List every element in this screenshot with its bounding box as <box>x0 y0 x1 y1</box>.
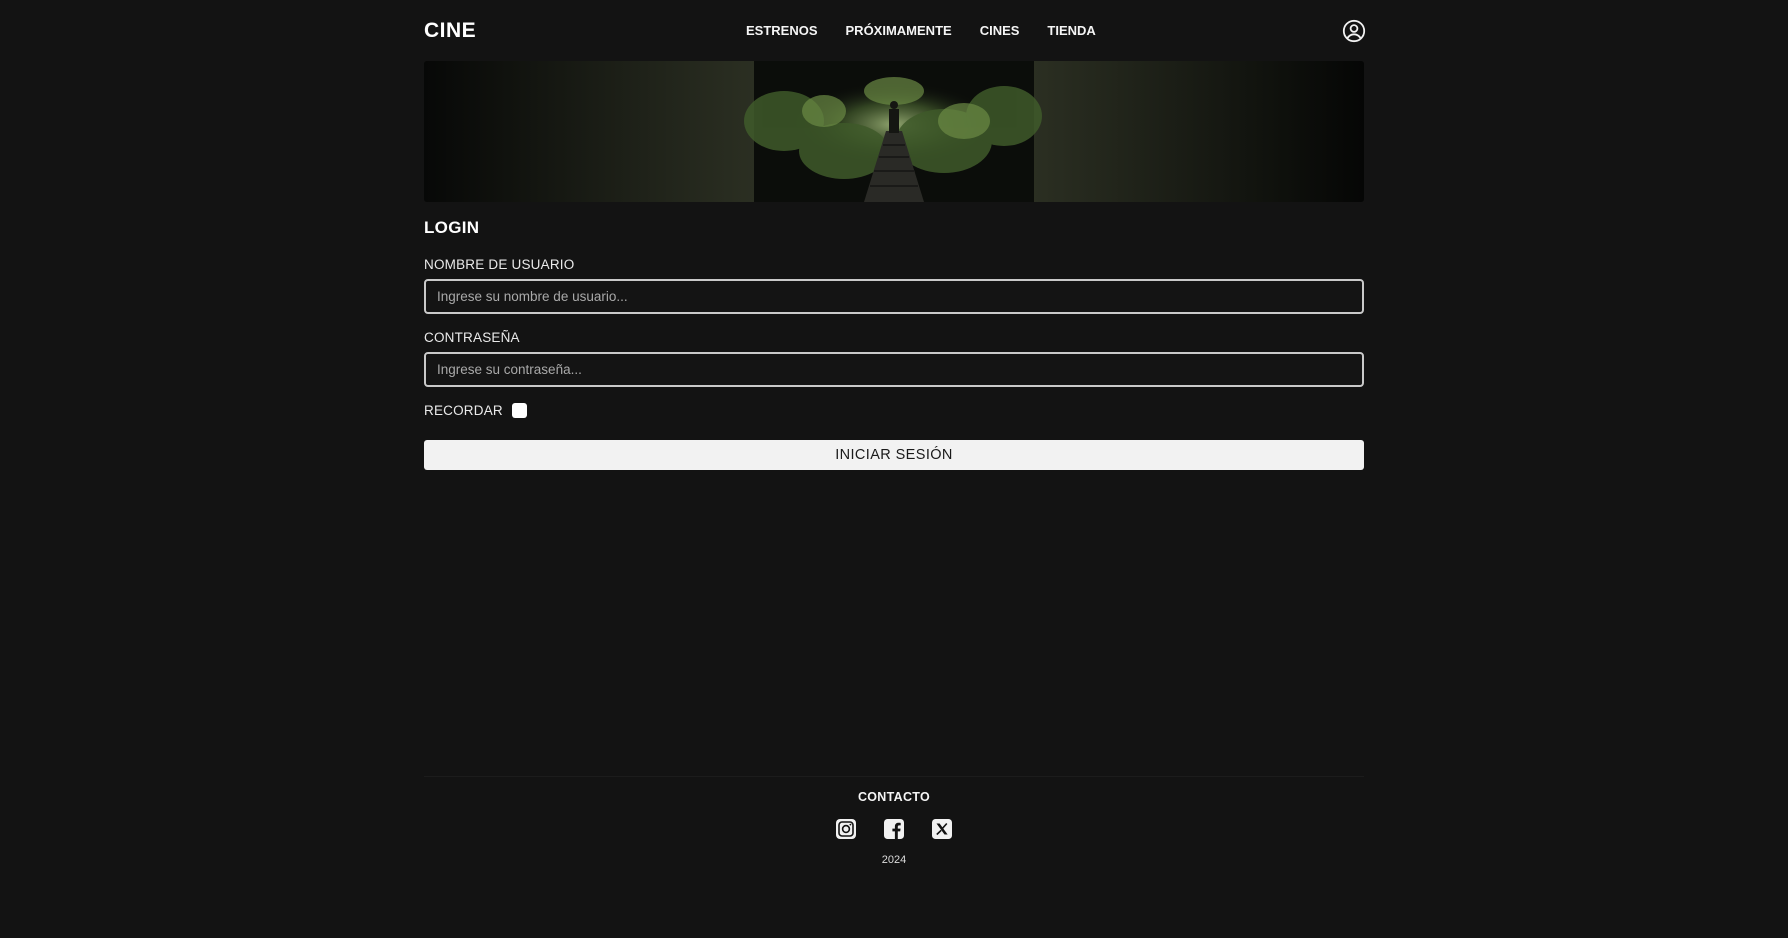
login-button[interactable]: INICIAR SESIÓN <box>424 440 1364 470</box>
page-title: LOGIN <box>424 218 480 237</box>
remember-checkbox[interactable] <box>511 403 527 418</box>
social-links <box>424 818 1364 840</box>
username-label: NOMBRE DE USUARIO <box>424 257 575 272</box>
facebook-icon[interactable] <box>883 818 905 840</box>
remember-label: RECORDAR <box>424 403 503 418</box>
nav-item-tienda[interactable]: TIENDA <box>1047 23 1095 38</box>
copyright-year: 2024 <box>881 854 907 866</box>
nav-item-cines[interactable]: CINES <box>980 23 1020 38</box>
x-icon[interactable] <box>931 818 953 840</box>
password-input[interactable] <box>424 352 1364 387</box>
site-footer: CONTACTO 2024 <box>424 790 1364 866</box>
remember-group: RECORDAR <box>424 403 1364 418</box>
username-group: NOMBRE DE USUARIO <box>424 257 1364 314</box>
site-header: CINE ESTRENOS PRÓXIMAMENTE CINES TIENDA <box>424 0 1366 61</box>
user-circle-icon[interactable] <box>1342 19 1366 43</box>
nav-item-proximamente[interactable]: PRÓXIMAMENTE <box>846 23 952 38</box>
hero-banner-image <box>424 61 1364 202</box>
instagram-icon[interactable] <box>835 818 857 840</box>
password-group: CONTRASEÑA <box>424 330 1364 387</box>
nav-item-estrenos[interactable]: ESTRENOS <box>746 23 818 38</box>
username-input[interactable] <box>424 279 1364 314</box>
login-form: LOGIN NOMBRE DE USUARIO CONTRASEÑA RECOR… <box>424 218 1364 470</box>
footer-divider <box>424 776 1364 777</box>
contact-heading: CONTACTO <box>857 790 931 804</box>
main-nav: ESTRENOS PRÓXIMAMENTE CINES TIENDA <box>746 0 1096 61</box>
site-logo[interactable]: CINE <box>424 19 476 43</box>
password-label: CONTRASEÑA <box>424 330 520 345</box>
